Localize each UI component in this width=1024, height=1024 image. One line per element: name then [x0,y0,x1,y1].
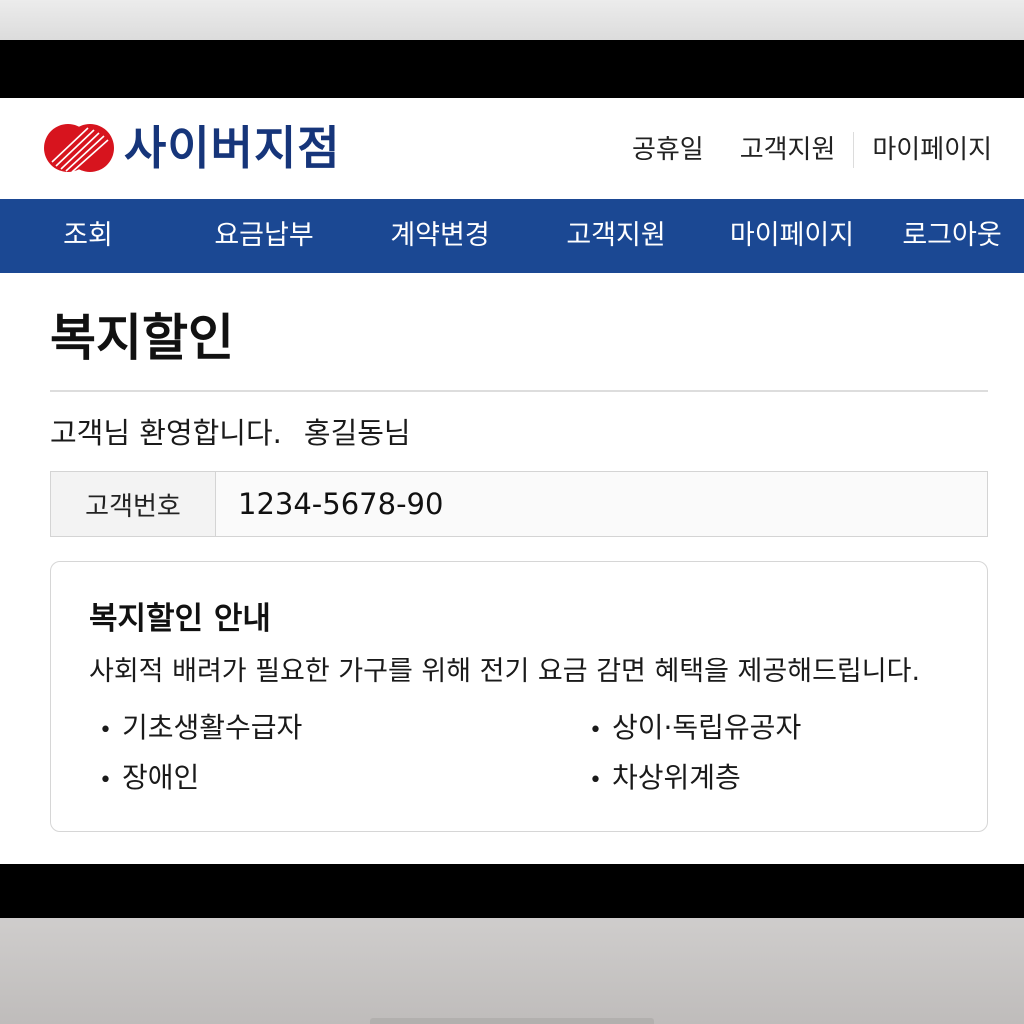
list-item: • 차상위계층 [589,758,741,801]
account-number: 1234-5678-90 [216,472,987,536]
customer-name: 홍길동님 [303,416,411,450]
main-nav: 조회 요금납부 계약변경 고객지원 마이페이지 로그아웃 [0,199,1024,273]
nav-item-inquiry[interactable]: 조회 [0,199,176,273]
top-link-support[interactable]: 고객지원 [722,130,854,170]
account-info-row: 고객번호 1234-5678-90 [50,471,988,537]
utility-links: 공휴일 고객지원 마이페이지 [614,130,992,170]
logo-text[interactable]: 사이버지점 [124,120,341,176]
discount-info-card: 복지할인 안내 사회적 배려가 필요한 가구를 위해 전기 요금 감면 혜택을 … [50,561,988,832]
screen: 사이버지점 공휴일 고객지원 마이페이지 조회 요금납부 계약변경 고객지원 마… [0,98,1024,864]
info-card-title: 복지할인 안내 [89,601,271,637]
nav-item-contract[interactable]: 계약변경 [352,199,528,273]
list-item: • 장애인 [99,758,199,801]
welcome-text: 고객님 환영합니다. [50,416,282,450]
letterbox-bottom [0,864,1024,918]
list-item-label: 차상위계층 [611,761,741,794]
bullet-dot-icon: • [99,718,112,743]
monitor-stand-notch [370,1018,654,1024]
list-item-label: 상이·독립유공자 [611,711,802,744]
monitor-bezel-bottom [0,918,1024,1024]
bullet-dot-icon: • [589,718,602,743]
title-divider [50,390,988,392]
page-title: 복지할인 [50,309,234,367]
nav-item-mypage[interactable]: 마이페이지 [704,199,880,273]
account-label: 고객번호 [51,472,216,536]
top-link-mypage[interactable]: 마이페이지 [854,130,992,170]
list-item-label: 기초생활수급자 [121,711,303,744]
nav-item-payment[interactable]: 요금납부 [176,199,352,273]
top-link-holiday[interactable]: 공휴일 [614,130,722,170]
bullet-dot-icon: • [99,768,112,793]
brand-logo-icon[interactable] [42,122,116,174]
nav-item-support[interactable]: 고객지원 [528,199,704,273]
welcome-message: 고객님 환영합니다. 홍길동님 [50,412,411,454]
nav-item-logout[interactable]: 로그아웃 [880,199,1024,273]
list-item: • 기초생활수급자 [99,708,302,751]
monitor-bezel-top [0,0,1024,40]
bullet-dot-icon: • [589,768,602,793]
site-header: 사이버지점 공휴일 고객지원 마이페이지 [0,98,1024,199]
info-card-description: 사회적 배려가 필요한 가구를 위해 전기 요금 감면 혜택을 제공해드립니다. [89,656,921,687]
list-item: • 상이·독립유공자 [589,708,801,751]
list-item-label: 장애인 [121,761,200,794]
letterbox-top [0,40,1024,98]
